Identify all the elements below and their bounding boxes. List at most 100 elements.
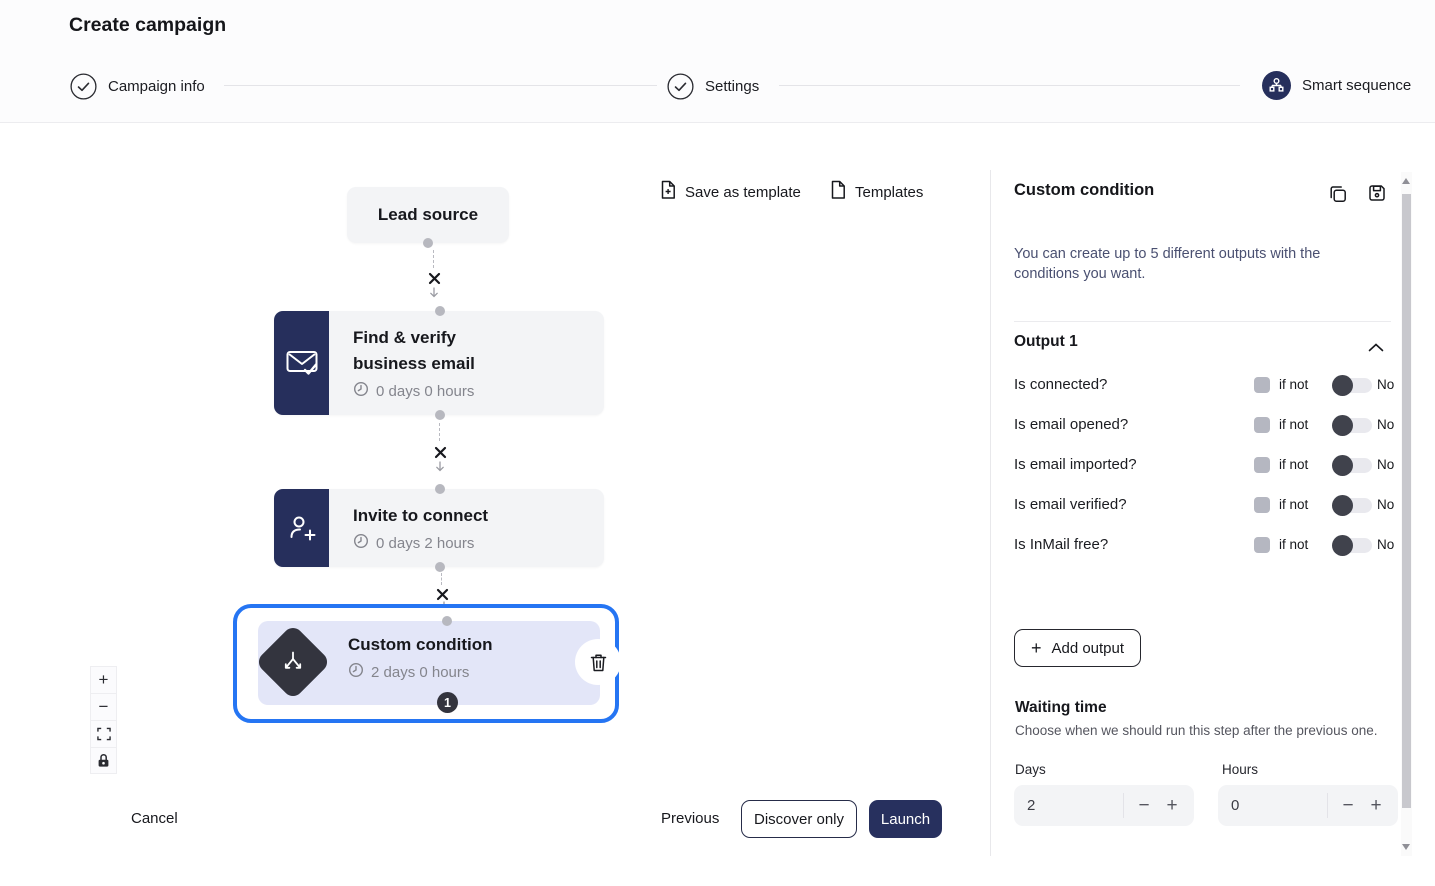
add-output-label: Add output (1051, 640, 1124, 657)
hours-decrement-button[interactable]: − (1335, 785, 1361, 826)
toggle-knob (1332, 495, 1353, 516)
panel-description: You can create up to 5 different outputs… (1014, 244, 1362, 284)
zoom-out-button[interactable]: − (90, 693, 117, 720)
stepper-separator (1123, 793, 1124, 818)
previous-button[interactable]: Previous (661, 810, 719, 827)
clock-icon (353, 533, 369, 553)
condition-toggle[interactable] (1334, 458, 1372, 473)
clock-icon (353, 381, 369, 401)
if-not-label: if not (1279, 416, 1308, 434)
node-wait-time: 0 days 2 hours (376, 535, 474, 552)
condition-checkbox[interactable] (1254, 537, 1270, 553)
collapse-output-button[interactable] (1368, 339, 1384, 357)
page-title: Create campaign (69, 14, 226, 37)
templates-button[interactable]: Templates (830, 182, 923, 202)
condition-toggle[interactable] (1334, 498, 1372, 513)
connector-handle[interactable] (435, 410, 445, 420)
node-custom-condition-selected[interactable]: Custom condition 2 days 0 hours 1 (233, 604, 619, 723)
condition-row: Is email verified? if not No (1014, 494, 1394, 516)
connector-handle[interactable] (435, 306, 445, 316)
hours-stepper: − + (1218, 785, 1398, 826)
node-wait-time: 2 days 0 hours (371, 664, 469, 681)
connector-handle[interactable] (435, 562, 445, 572)
canvas-zoom-controls: + − (90, 666, 117, 774)
condition-row: Is connected? if not No (1014, 374, 1394, 396)
days-label: Days (1015, 762, 1046, 777)
copy-button[interactable] (1328, 184, 1347, 208)
panel-scrollbar[interactable] (1401, 172, 1412, 856)
add-output-button[interactable]: + Add output (1014, 629, 1141, 667)
minus-icon: − (1138, 795, 1149, 817)
delete-edge-button[interactable] (433, 585, 451, 603)
zoom-in-button[interactable]: + (90, 666, 117, 693)
condition-row: Is email imported? if not No (1014, 454, 1394, 476)
if-not-label: if not (1279, 456, 1308, 474)
step-label: Campaign info (108, 78, 205, 95)
cancel-button[interactable]: Cancel (131, 810, 178, 827)
step-campaign-info[interactable]: Campaign info (70, 72, 205, 100)
node-wait-time: 0 days 0 hours (376, 383, 474, 400)
fit-view-button[interactable] (90, 720, 117, 747)
output-count-badge: 1 (437, 692, 458, 713)
plus-icon: + (99, 670, 109, 690)
discover-only-button[interactable]: Discover only (741, 800, 857, 838)
toggle-knob (1332, 415, 1353, 436)
days-stepper: − + (1014, 785, 1194, 826)
edge-line (439, 423, 440, 441)
if-not-label: if not (1279, 536, 1308, 554)
connector-handle[interactable] (423, 238, 433, 248)
file-icon (830, 180, 846, 204)
days-increment-button[interactable]: + (1159, 785, 1185, 826)
check-circle-icon (667, 73, 694, 100)
header: Create campaign Campaign info Settings S… (0, 0, 1435, 123)
condition-toggle[interactable] (1334, 418, 1372, 433)
save-as-template-button[interactable]: Save as template (660, 182, 801, 202)
condition-checkbox[interactable] (1254, 497, 1270, 513)
node-lead-source[interactable]: Lead source (347, 187, 509, 243)
days-input[interactable] (1014, 785, 1114, 826)
edge-line (433, 250, 434, 268)
launch-button[interactable]: Launch (869, 800, 942, 838)
panel-title: Custom condition (1014, 181, 1154, 200)
scrollbar-thumb[interactable] (1402, 194, 1411, 808)
delete-edge-button[interactable] (431, 443, 449, 461)
condition-row: Is InMail free? if not No (1014, 534, 1394, 556)
arrow-down-icon (435, 460, 446, 478)
waiting-time-title: Waiting time (1015, 699, 1107, 717)
clock-icon (348, 662, 364, 682)
node-find-verify-email[interactable]: Find & verify business email 0 days 0 ho… (274, 311, 604, 415)
output-section-title: Output 1 (1014, 333, 1078, 351)
lock-icon (97, 753, 110, 768)
fit-view-icon (97, 727, 111, 741)
step-settings[interactable]: Settings (667, 72, 759, 100)
arrow-down-icon (429, 286, 440, 304)
lock-button[interactable] (90, 747, 117, 774)
condition-checkbox[interactable] (1254, 377, 1270, 393)
step-connector-line (224, 85, 657, 86)
toggle-value-label: No (1377, 496, 1394, 514)
toggle-value-label: No (1377, 416, 1394, 434)
connector-handle[interactable] (435, 484, 445, 494)
save-button[interactable] (1368, 184, 1386, 207)
connector-handle[interactable] (442, 616, 452, 626)
delete-node-button[interactable] (575, 639, 621, 685)
node-title: Find & verify business email (353, 325, 528, 377)
hours-input[interactable] (1218, 785, 1318, 826)
condition-checkbox[interactable] (1254, 417, 1270, 433)
step-smart-sequence[interactable]: Smart sequence (1262, 71, 1411, 99)
scroll-up-arrow[interactable] (1402, 178, 1410, 184)
hours-increment-button[interactable]: + (1363, 785, 1389, 826)
toggle-knob (1332, 375, 1353, 396)
if-not-label: if not (1279, 496, 1308, 514)
delete-edge-button[interactable] (425, 269, 443, 287)
condition-checkbox[interactable] (1254, 457, 1270, 473)
condition-toggle[interactable] (1334, 378, 1372, 393)
chevron-up-icon (1368, 343, 1384, 352)
scroll-down-arrow[interactable] (1402, 844, 1410, 850)
copy-icon (1328, 184, 1347, 203)
condition-toggle[interactable] (1334, 538, 1372, 553)
sequence-icon (1262, 71, 1291, 100)
days-decrement-button[interactable]: − (1131, 785, 1157, 826)
plus-icon: + (1031, 639, 1042, 657)
node-invite-to-connect[interactable]: Invite to connect 0 days 2 hours (274, 489, 604, 567)
